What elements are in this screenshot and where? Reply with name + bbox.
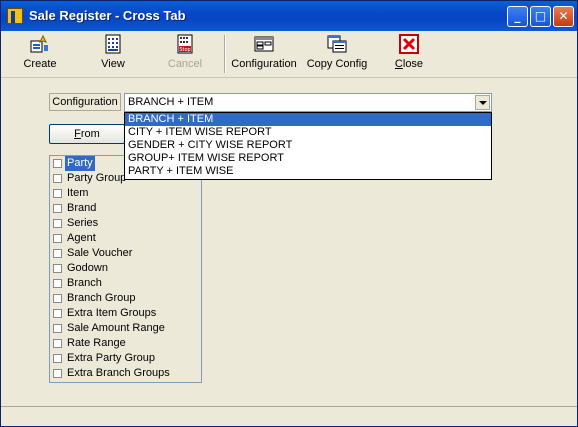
configuration-field-label: Configuration (49, 93, 121, 111)
stop-icon: Stop (175, 34, 195, 54)
view-icon (103, 34, 123, 54)
list-item-label: Brand (67, 202, 97, 214)
dropdown-arrow-icon[interactable] (475, 95, 490, 110)
list-item-label: Rate Range (67, 337, 126, 349)
cancel-label: Cancel (167, 58, 203, 70)
list-item-label: Sale Amount Range (67, 322, 165, 334)
copy-config-label: Copy Config (306, 58, 368, 70)
list-item[interactable]: Series (50, 216, 201, 231)
window-title: Sale Register - Cross Tab (29, 8, 186, 23)
list-item[interactable]: Extra Party Group (50, 351, 201, 366)
toolbar: Create View Stop Cancel Configuration Co… (1, 31, 577, 78)
list-item-label: Branch (67, 277, 102, 289)
dropdown-option[interactable]: PARTY + ITEM WISE (125, 165, 491, 178)
checkbox[interactable] (53, 294, 62, 303)
status-bar (1, 406, 577, 426)
configuration-selected-value: BRANCH + ITEM (128, 96, 214, 108)
checkbox[interactable] (53, 249, 62, 258)
list-item[interactable]: Agent (50, 231, 201, 246)
list-item-label: Party (65, 156, 95, 171)
configuration-dropdown[interactable]: BRANCH + ITEM (124, 93, 492, 112)
field-checklist: Party Party Group Item Brand Series Agen… (49, 155, 202, 383)
checkbox[interactable] (53, 219, 62, 228)
list-item[interactable]: Sale Amount Range (50, 321, 201, 336)
close-label: Close (394, 58, 424, 70)
list-item-label: Item (67, 187, 89, 199)
close-label-hotkey: C (394, 58, 403, 70)
checkbox[interactable] (53, 174, 62, 183)
checkbox[interactable] (53, 264, 62, 273)
copy-config-icon (327, 34, 347, 54)
checkbox[interactable] (53, 204, 62, 213)
list-item[interactable]: Brand (50, 201, 201, 216)
svg-text:Stop: Stop (179, 47, 190, 53)
dropdown-option[interactable]: BRANCH + ITEM (125, 113, 491, 126)
copy-config-button[interactable]: Copy Config (305, 34, 369, 70)
checkbox[interactable] (53, 369, 62, 378)
configuration-label: Configuration (231, 58, 297, 70)
window-close-button[interactable]: ✕ (553, 6, 574, 27)
list-item-label: Extra Branch Groups (67, 367, 170, 379)
from-hotkey: F (74, 128, 81, 140)
checkbox[interactable] (53, 159, 62, 168)
from-button[interactable]: From (49, 124, 125, 144)
checkbox[interactable] (53, 354, 62, 363)
toolbar-separator (224, 35, 226, 73)
dropdown-option[interactable]: CITY + ITEM WISE REPORT (125, 126, 491, 139)
list-item-label: Extra Item Groups (67, 307, 157, 319)
cancel-button[interactable]: Stop Cancel (166, 34, 204, 70)
checkbox[interactable] (53, 189, 62, 198)
create-button[interactable]: Create (21, 34, 59, 70)
list-item[interactable]: Branch (50, 276, 201, 291)
list-item-label: Branch Group (67, 292, 136, 304)
close-button[interactable]: Close (391, 34, 427, 70)
checkbox[interactable] (53, 309, 62, 318)
view-button[interactable]: View (97, 34, 129, 70)
app-logo-icon (7, 8, 23, 24)
checkbox[interactable] (53, 234, 62, 243)
list-item[interactable]: Branch Group (50, 291, 201, 306)
view-label: View (101, 58, 125, 70)
maximize-button[interactable]: □ (530, 6, 551, 27)
from-label-rest: rom (80, 128, 100, 140)
list-item[interactable]: Item (50, 186, 201, 201)
list-item-label: Sale Voucher (67, 247, 133, 259)
app-window: Sale Register - Cross Tab _ □ ✕ Create V… (0, 0, 578, 427)
list-item-label: Extra Party Group (67, 352, 156, 364)
minimize-button[interactable]: _ (507, 6, 528, 27)
configuration-button[interactable]: Configuration (230, 34, 298, 70)
dropdown-option[interactable]: GROUP+ ITEM WISE REPORT (125, 152, 491, 165)
checkbox[interactable] (53, 339, 62, 348)
create-label: Create (23, 58, 57, 70)
list-item-label: Series (67, 217, 99, 229)
list-item[interactable]: Godown (50, 261, 201, 276)
list-item[interactable]: Extra Item Groups (50, 306, 201, 321)
list-item[interactable]: Extra Branch Groups (50, 366, 201, 381)
list-item-label: Godown (67, 262, 108, 274)
list-item-label: Agent (67, 232, 96, 244)
checkbox[interactable] (53, 324, 62, 333)
configuration-icon (254, 34, 274, 54)
dropdown-option[interactable]: GENDER + CITY WISE REPORT (125, 139, 491, 152)
list-item[interactable]: Sale Voucher (50, 246, 201, 261)
close-icon (399, 34, 419, 54)
list-item[interactable]: Rate Range (50, 336, 201, 351)
create-icon (30, 34, 50, 54)
configuration-options-list: BRANCH + ITEM CITY + ITEM WISE REPORT GE… (124, 112, 492, 180)
list-item-label: Party Group (67, 172, 127, 184)
checkbox[interactable] (53, 279, 62, 288)
title-bar[interactable]: Sale Register - Cross Tab _ □ ✕ (1, 1, 577, 31)
